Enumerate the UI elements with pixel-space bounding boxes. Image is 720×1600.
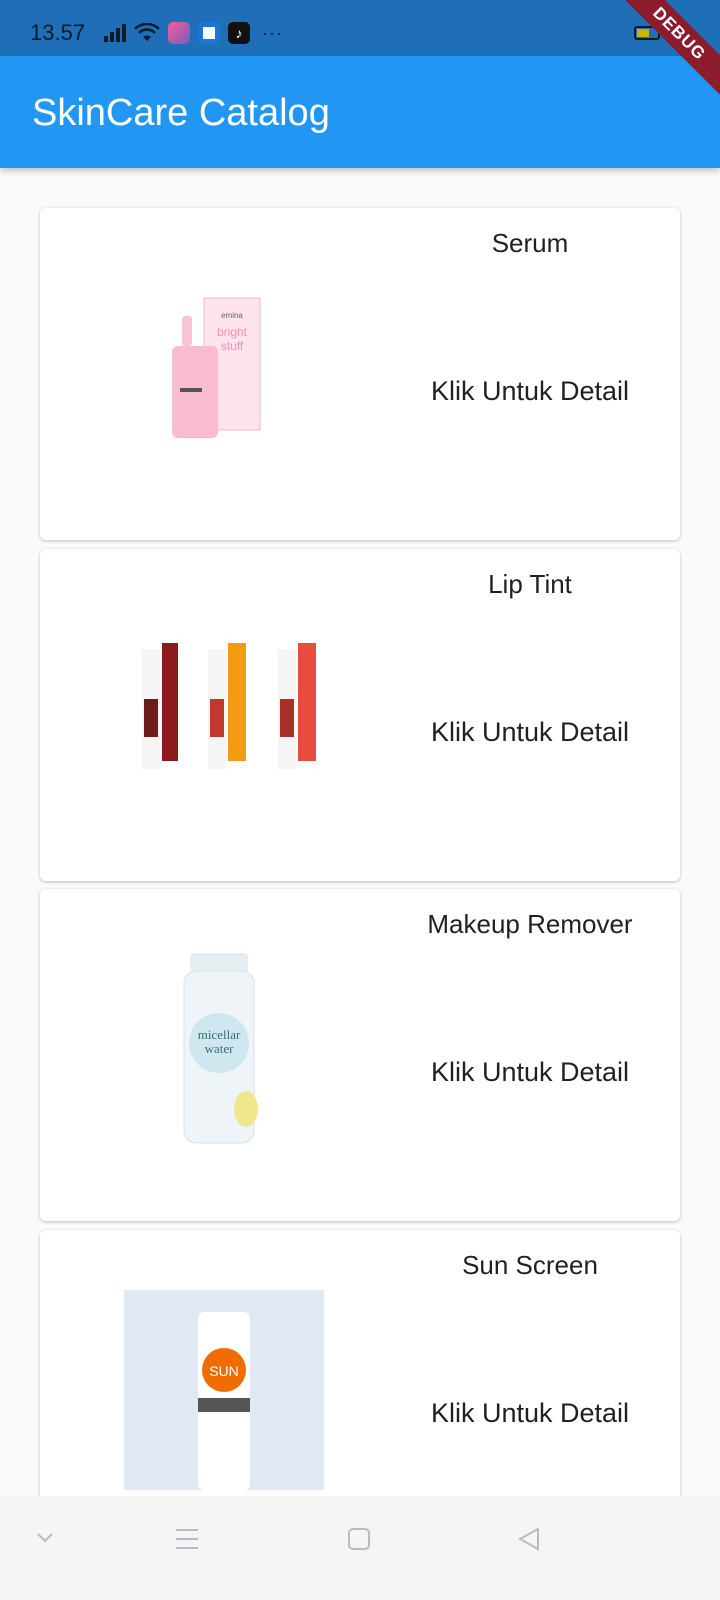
back-triangle-icon[interactable]	[516, 1526, 542, 1552]
tiktok-icon: ♪	[228, 22, 250, 44]
product-card-sun-screen[interactable]: SUN Sun Screen Klik Untuk Detail	[40, 1230, 680, 1496]
product-name: Lip Tint	[488, 569, 572, 599]
app-bar: SkinCare Catalog	[0, 56, 720, 168]
detail-link[interactable]: Klik Untuk Detail	[380, 376, 680, 407]
menu-icon[interactable]	[174, 1526, 200, 1552]
home-square-icon[interactable]	[346, 1526, 372, 1552]
wifi-icon	[134, 23, 160, 41]
product-card-lip-tint[interactable]: Lip Tint Klik Untuk Detail	[40, 549, 680, 881]
chevron-down-icon[interactable]	[34, 1526, 56, 1548]
system-nav-bar	[0, 1496, 720, 1600]
product-name: Makeup Remover	[427, 909, 633, 939]
svg-text:emina: emina	[221, 311, 243, 320]
svg-text:stuff: stuff	[221, 339, 244, 353]
product-card-serum[interactable]: emina bright stuff Serum Klik Untuk Deta…	[40, 208, 680, 540]
lip-tint-image	[142, 643, 316, 769]
product-card-makeup-remover[interactable]: micellar water Makeup Remover Klik Untuk…	[40, 889, 680, 1221]
detail-link[interactable]: Klik Untuk Detail	[380, 1057, 680, 1088]
detail-link[interactable]: Klik Untuk Detail	[380, 1398, 680, 1429]
svg-text:water: water	[205, 1041, 235, 1056]
app-icon-1	[168, 22, 190, 44]
signal-icon	[104, 24, 126, 42]
status-time: 13.57	[30, 20, 86, 45]
product-list[interactable]: emina bright stuff Serum Klik Untuk Deta…	[0, 168, 720, 1496]
svg-text:SUN: SUN	[209, 1363, 239, 1379]
sun-screen-image: SUN	[124, 1290, 324, 1490]
product-name: Serum	[491, 228, 569, 258]
makeup-remover-image: micellar water	[183, 953, 258, 1144]
serum-image: emina bright stuff	[172, 297, 261, 438]
page-title: SkinCare Catalog	[32, 92, 330, 134]
svg-text:micellar: micellar	[198, 1027, 241, 1042]
more-dots-icon: ···	[262, 22, 283, 43]
svg-text:bright: bright	[217, 325, 248, 339]
app-icon-2	[198, 22, 220, 44]
status-bar: 13.57 ♪ ··· ⚡	[0, 0, 720, 56]
product-name: Sun Screen	[462, 1250, 598, 1280]
detail-link[interactable]: Klik Untuk Detail	[380, 717, 680, 748]
